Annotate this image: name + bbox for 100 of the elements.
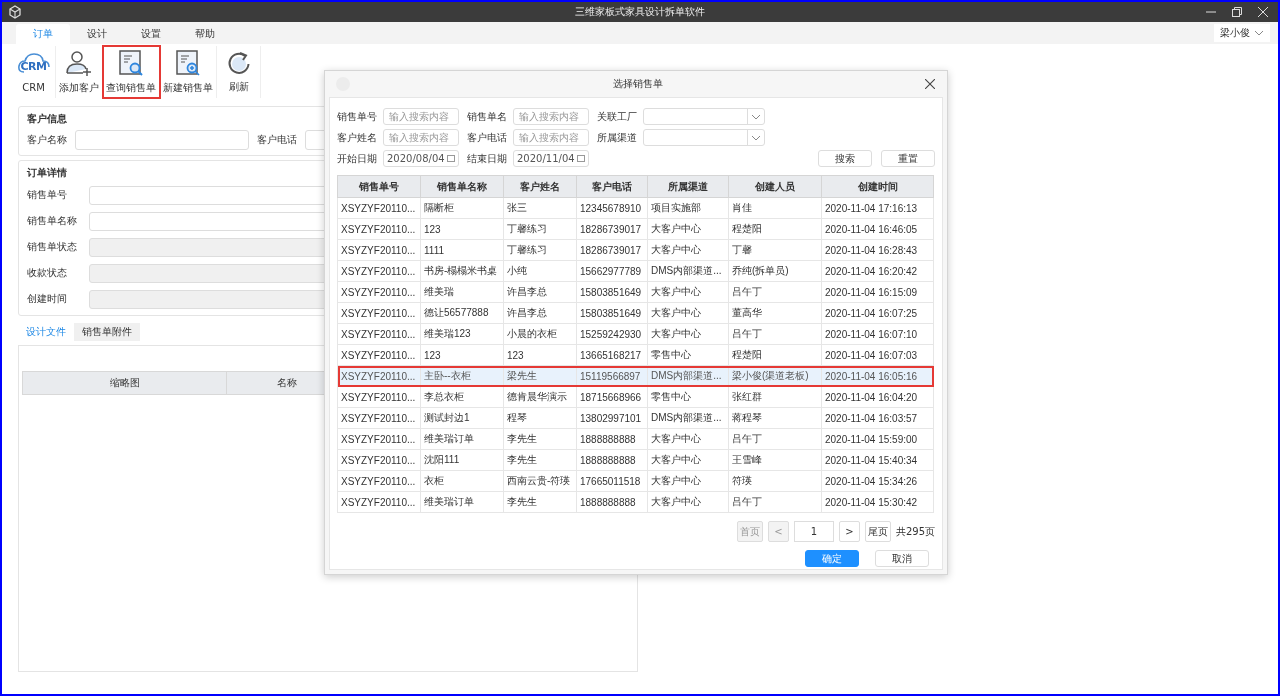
column-header: 所属渠道: [647, 175, 729, 198]
table-cell: 零售中心: [647, 344, 729, 366]
table-cell: DMS内部渠道...: [647, 407, 729, 429]
page-count: 共295页: [895, 524, 935, 539]
table-cell: 2020-11-04 16:15:09: [821, 281, 934, 303]
column-header: 客户姓名: [503, 175, 577, 198]
section-title: 订单详情: [27, 166, 67, 180]
table-cell: 德让56577888: [420, 302, 504, 324]
table-cell: 13802997101: [576, 407, 648, 429]
table-cell: XSYZYF20110...: [337, 302, 421, 324]
table-cell: 15803851649: [576, 281, 648, 303]
filter-label: 客户姓名: [337, 130, 378, 145]
table-cell: 符瑛: [728, 470, 822, 492]
table-cell: 2020-11-04 15:34:26: [821, 470, 934, 492]
table-cell: 1111: [420, 239, 504, 261]
column-header: 客户电话: [576, 175, 648, 198]
table-cell: 维美瑞: [420, 281, 504, 303]
table-cell: 18286739017: [576, 239, 648, 261]
table-cell: 肖佳: [728, 197, 822, 219]
table-cell: 沈阳111: [420, 449, 504, 471]
table-cell: XSYZYF20110...: [337, 260, 421, 282]
table-cell: 维美瑞订单: [420, 491, 504, 513]
table-cell: 程楚阳: [728, 344, 822, 366]
table-cell: 大客户中心: [647, 239, 729, 261]
table-cell: 12345678910: [576, 197, 648, 219]
field-label: 客户电话: [257, 133, 297, 147]
table-cell: XSYZYF20110...: [337, 491, 421, 513]
table-cell: 大客户中心: [647, 470, 729, 492]
table-cell: 2020-11-04 16:46:05: [821, 218, 934, 240]
table-cell: 15803851649: [576, 302, 648, 324]
dialog-title: 选择销售单: [613, 77, 663, 91]
table-cell: 123: [420, 344, 504, 366]
table-cell: 123: [420, 218, 504, 240]
table-cell: 2020-11-04 15:59:00: [821, 428, 934, 450]
table-cell: 2020-11-04 16:20:42: [821, 260, 934, 282]
table-cell: 2020-11-04 16:07:10: [821, 323, 934, 345]
field-label: 销售单名称: [27, 214, 78, 228]
table-cell: 书房-榻榻米书桌: [420, 260, 504, 282]
filter-label: 销售单号: [337, 109, 378, 124]
table-cell: 项目实施部: [647, 197, 729, 219]
table-cell: 大客户中心: [647, 491, 729, 513]
table-cell: 1888888888: [576, 428, 648, 450]
field-label: 销售单状态: [27, 240, 78, 254]
table-cell: 蒋程琴: [728, 407, 822, 429]
filter-label: 客户电话: [467, 130, 508, 145]
table-cell: 大客户中心: [647, 449, 729, 471]
table-cell: 吕午丁: [728, 281, 822, 303]
table-cell: 2020-11-04 15:30:42: [821, 491, 934, 513]
table-cell: DMS内部渠道...: [647, 260, 729, 282]
table-cell: 吕午丁: [728, 428, 822, 450]
field-label: 收款状态: [27, 266, 68, 280]
table-cell: 17665011518: [576, 470, 648, 492]
table-cell: 李先生: [503, 428, 577, 450]
table-cell: 王雪峰: [728, 449, 822, 471]
table-cell: 德肯晨华演示: [503, 386, 577, 408]
table-cell: 2020-11-04 16:07:03: [821, 344, 934, 366]
window-title: 三维家板式家具设计拆单软件: [574, 5, 706, 19]
table-cell: 许昌李总: [503, 281, 577, 303]
table-cell: 小纯: [503, 260, 577, 282]
table-cell: 13665168217: [576, 344, 648, 366]
column-header: 创建时间: [821, 175, 934, 198]
table-cell: 2020-11-04 16:07:25: [821, 302, 934, 324]
filter-label: 开始日期: [337, 151, 378, 166]
table-cell: 乔纯(拆单员): [728, 260, 822, 282]
column-header: 缩略图: [23, 372, 227, 394]
table-cell: 维美瑞123: [420, 323, 504, 345]
table-cell: 丁馨: [728, 239, 822, 261]
column-header: 销售单名称: [420, 175, 504, 198]
table-cell: 2020-11-04 16:28:43: [821, 239, 934, 261]
table-cell: 衣柜: [420, 470, 504, 492]
table-cell: 程琴: [503, 407, 577, 429]
section-title: 客户信息: [27, 112, 67, 126]
field-label: 创建时间: [27, 292, 68, 306]
table-cell: 15259242930: [576, 323, 648, 345]
table-cell: 李先生: [503, 491, 577, 513]
table-cell: 大客户中心: [647, 281, 729, 303]
table-cell: 零售中心: [647, 386, 729, 408]
table-cell: 大客户中心: [647, 323, 729, 345]
table-cell: 2020-11-04 16:04:20: [821, 386, 934, 408]
table-cell: XSYZYF20110...: [337, 197, 421, 219]
table-cell: XSYZYF20110...: [337, 407, 421, 429]
table-cell: 15662977789: [576, 260, 648, 282]
table-cell: 18715668966: [576, 386, 648, 408]
table-cell: 1888888888: [576, 449, 648, 471]
table-cell: 丁馨练习: [503, 218, 577, 240]
table-cell: XSYZYF20110...: [337, 365, 421, 387]
table-cell: 大客户中心: [647, 218, 729, 240]
column-header: 创建人员: [728, 175, 822, 198]
table-cell: 2020-11-04 15:40:34: [821, 449, 934, 471]
table-cell: 123: [503, 344, 577, 366]
table-cell: 张红群: [728, 386, 822, 408]
table-cell: XSYZYF20110...: [337, 470, 421, 492]
table-cell: 程楚阳: [728, 218, 822, 240]
field-label: 客户名称: [27, 133, 67, 147]
table-cell: 吕午丁: [728, 323, 822, 345]
filter-label: 销售单名: [467, 109, 508, 124]
table-cell: XSYZYF20110...: [337, 239, 421, 261]
table-cell: XSYZYF20110...: [337, 449, 421, 471]
table-cell: 维美瑞订单: [420, 428, 504, 450]
table-cell: XSYZYF20110...: [337, 428, 421, 450]
